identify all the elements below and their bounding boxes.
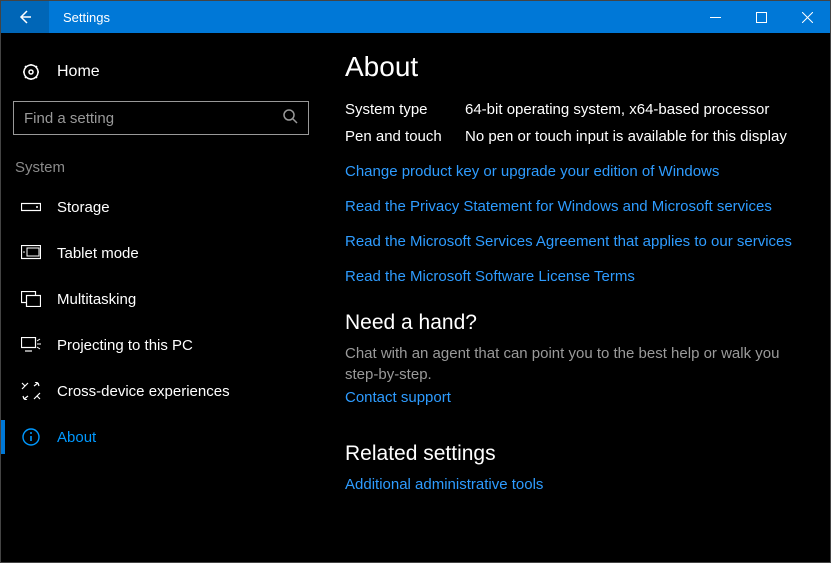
close-icon bbox=[802, 12, 813, 23]
nav-item-projecting[interactable]: Projecting to this PC bbox=[13, 322, 309, 368]
info-icon bbox=[19, 428, 43, 446]
link-services-agreement[interactable]: Read the Microsoft Services Agreement th… bbox=[345, 233, 806, 250]
sidebar: Home System Storage Tablet mode Mu bbox=[1, 33, 321, 562]
back-arrow-icon bbox=[17, 9, 33, 25]
storage-icon bbox=[19, 200, 43, 214]
link-privacy-statement[interactable]: Read the Privacy Statement for Windows a… bbox=[345, 198, 806, 215]
projecting-icon bbox=[19, 337, 43, 353]
nav-label: Cross-device experiences bbox=[57, 383, 230, 400]
pen-touch-row: Pen and touch No pen or touch input is a… bbox=[345, 128, 806, 145]
window-title: Settings bbox=[49, 10, 692, 25]
system-type-label: System type bbox=[345, 101, 465, 118]
window-controls bbox=[692, 1, 830, 33]
link-product-key[interactable]: Change product key or upgrade your editi… bbox=[345, 163, 806, 180]
cross-device-icon bbox=[19, 382, 43, 400]
need-hand-title: Need a hand? bbox=[345, 311, 806, 335]
tablet-icon bbox=[19, 245, 43, 261]
maximize-button[interactable] bbox=[738, 1, 784, 33]
nav-item-cross-device[interactable]: Cross-device experiences bbox=[13, 368, 309, 414]
minimize-button[interactable] bbox=[692, 1, 738, 33]
title-bar: Settings bbox=[1, 1, 830, 33]
minimize-icon bbox=[710, 12, 721, 23]
link-admin-tools[interactable]: Additional administrative tools bbox=[345, 476, 806, 493]
nav-item-storage[interactable]: Storage bbox=[13, 184, 309, 230]
search-box[interactable] bbox=[13, 101, 309, 135]
nav-label: Multitasking bbox=[57, 291, 136, 308]
main-content: About System type 64-bit operating syste… bbox=[321, 33, 830, 562]
related-settings-title: Related settings bbox=[345, 442, 806, 466]
pen-touch-label: Pen and touch bbox=[345, 128, 465, 145]
nav-label: Projecting to this PC bbox=[57, 337, 193, 354]
nav-label: Storage bbox=[57, 199, 110, 216]
pen-touch-value: No pen or touch input is available for t… bbox=[465, 128, 787, 145]
search-icon bbox=[282, 108, 298, 129]
system-type-value: 64-bit operating system, x64-based proce… bbox=[465, 101, 769, 118]
home-label: Home bbox=[57, 63, 100, 81]
nav-item-multitasking[interactable]: Multitasking bbox=[13, 276, 309, 322]
system-type-row: System type 64-bit operating system, x64… bbox=[345, 101, 806, 118]
link-contact-support[interactable]: Contact support bbox=[345, 389, 806, 406]
home-icon bbox=[19, 63, 43, 81]
multitasking-icon bbox=[19, 291, 43, 307]
need-hand-text: Chat with an agent that can point you to… bbox=[345, 343, 806, 385]
nav-item-tablet-mode[interactable]: Tablet mode bbox=[13, 230, 309, 276]
nav-label: Tablet mode bbox=[57, 245, 139, 262]
maximize-icon bbox=[756, 12, 767, 23]
home-link[interactable]: Home bbox=[13, 53, 309, 95]
nav-item-about[interactable]: About bbox=[13, 414, 309, 460]
link-license-terms[interactable]: Read the Microsoft Software License Term… bbox=[345, 268, 806, 285]
search-input[interactable] bbox=[24, 110, 282, 127]
category-label: System bbox=[13, 155, 309, 184]
close-button[interactable] bbox=[784, 1, 830, 33]
back-button[interactable] bbox=[1, 1, 49, 33]
page-title: About bbox=[345, 51, 806, 83]
nav-label: About bbox=[57, 429, 96, 446]
